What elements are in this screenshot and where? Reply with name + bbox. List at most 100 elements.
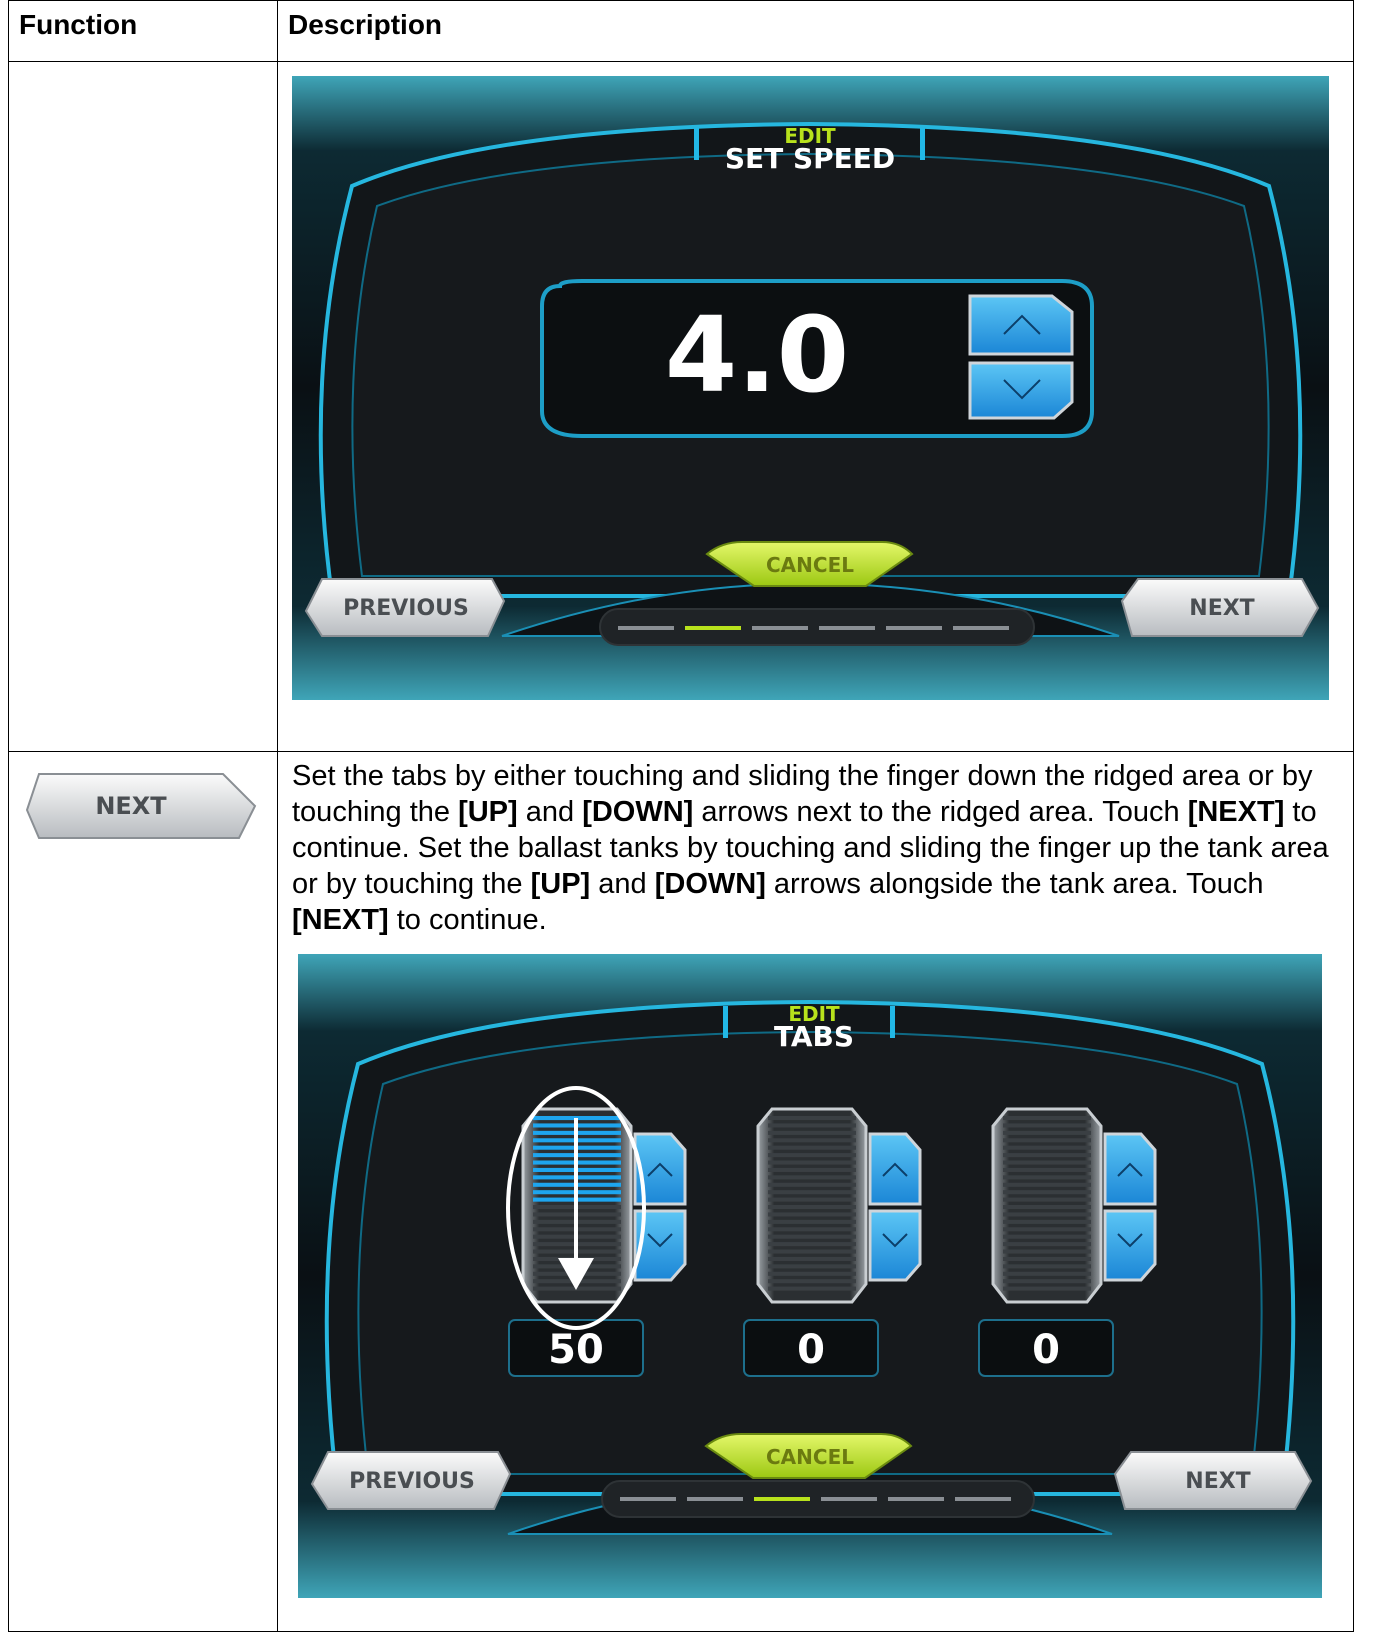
progress-step xyxy=(752,626,808,630)
ridge-line xyxy=(768,1167,856,1172)
progress-step xyxy=(821,1497,877,1501)
ridge-line xyxy=(1003,1256,1091,1261)
function-header: Function xyxy=(19,9,138,40)
tab-down-button[interactable] xyxy=(868,1209,922,1282)
svg-text:CANCEL: CANCEL xyxy=(766,553,854,577)
ridge-line xyxy=(768,1219,856,1224)
tabs-controls: 50 0 0 xyxy=(506,1086,1157,1377)
speed-value: 4.0 xyxy=(665,294,849,416)
ridge-line xyxy=(768,1205,856,1210)
function-cell xyxy=(8,61,278,752)
ridge-line xyxy=(1003,1167,1091,1172)
ridge-line xyxy=(768,1130,856,1135)
tabs-screen: EDIT TABS 50 0 0 CANCEL PREVIOUS NEXT xyxy=(298,954,1322,1598)
ridge-line xyxy=(1003,1182,1091,1187)
function-description-table: Function Description EDIT SET SPEED 4.0 … xyxy=(8,0,1354,1632)
ridge-line xyxy=(1003,1123,1091,1128)
ridge-line xyxy=(768,1227,856,1232)
tab-down-button[interactable] xyxy=(1103,1209,1157,1282)
screen-title: SET SPEED xyxy=(725,142,895,175)
ridge-line xyxy=(1003,1160,1091,1165)
ridge-line xyxy=(1003,1197,1091,1202)
previous-button[interactable]: PREVIOUS xyxy=(304,578,506,637)
table-row: EDIT SET SPEED 4.0 CANCEL PREVIOUS NEXT xyxy=(8,61,1354,752)
tab-up-button[interactable] xyxy=(1103,1132,1157,1206)
svg-text:NEXT: NEXT xyxy=(95,792,167,820)
ridge-line xyxy=(1003,1242,1091,1247)
ridge-line xyxy=(1003,1153,1091,1158)
ridge-line xyxy=(1003,1175,1091,1180)
speed-up-button[interactable] xyxy=(968,294,1074,356)
tab-value: 50 xyxy=(548,1327,604,1373)
description-cell: EDIT SET SPEED 4.0 CANCEL PREVIOUS NEXT xyxy=(277,61,1354,752)
svg-text:NEXT: NEXT xyxy=(1185,1469,1250,1494)
speed-down-button[interactable] xyxy=(968,361,1074,420)
tab-slider[interactable] xyxy=(756,1107,868,1304)
function-header-cell: Function xyxy=(8,0,278,62)
ridge-line xyxy=(768,1175,856,1180)
description-text: Set the tabs by either touching and slid… xyxy=(292,760,1329,936)
progress-step xyxy=(620,1497,676,1501)
ridge-line xyxy=(1003,1190,1091,1195)
ridge-line xyxy=(768,1212,856,1217)
progress-step-active xyxy=(754,1497,810,1501)
set-speed-screen-graphic: EDIT SET SPEED 4.0 CANCEL PREVIOUS NEXT xyxy=(292,76,1329,700)
tabs-screen-graphic: EDIT TABS 50 0 0 CANCEL PREVIOUS NEXT xyxy=(298,954,1322,1598)
ridge-line xyxy=(1003,1271,1091,1276)
ridge-line xyxy=(768,1116,856,1121)
ridge-line xyxy=(1003,1249,1091,1254)
ridge-line xyxy=(1003,1205,1091,1210)
ridge-line xyxy=(768,1256,856,1261)
function-next-button-wrap: NEXT xyxy=(9,752,277,847)
table-row: NEXT Set the tabs by either touching and… xyxy=(8,751,1354,1632)
ridge-line xyxy=(768,1279,856,1284)
ridge-line xyxy=(768,1160,856,1165)
description-header: Description xyxy=(288,9,443,40)
progress-step xyxy=(687,1497,743,1501)
set-speed-screen: EDIT SET SPEED 4.0 CANCEL PREVIOUS NEXT xyxy=(292,76,1329,700)
ridge-line xyxy=(768,1123,856,1128)
ridge-line xyxy=(768,1242,856,1247)
table-header-row: Function Description xyxy=(8,0,1354,62)
description-header-cell: Description xyxy=(277,0,1354,62)
next-button-icon: NEXT xyxy=(25,773,257,839)
ridge-line xyxy=(1003,1264,1091,1269)
ridge-line xyxy=(768,1249,856,1254)
svg-text:CANCEL: CANCEL xyxy=(766,1445,854,1469)
tab-slider[interactable] xyxy=(991,1107,1103,1304)
ridge-line xyxy=(768,1145,856,1150)
ridge-line xyxy=(768,1286,856,1291)
ridge-line xyxy=(768,1153,856,1158)
tab-up-button[interactable] xyxy=(868,1132,922,1206)
ridge-line xyxy=(1003,1279,1091,1284)
tab-value: 0 xyxy=(797,1327,825,1373)
progress-step xyxy=(886,626,942,630)
ridge-line xyxy=(768,1138,856,1143)
ridge-line xyxy=(1003,1138,1091,1143)
ridge-line xyxy=(768,1190,856,1195)
ridge-line xyxy=(1003,1116,1091,1121)
ridge-line xyxy=(768,1197,856,1202)
next-button[interactable]: NEXT xyxy=(1120,578,1320,637)
ridge-line xyxy=(1003,1286,1091,1291)
next-button[interactable]: NEXT xyxy=(1113,1451,1313,1510)
progress-step xyxy=(953,626,1009,630)
progress-step xyxy=(955,1497,1011,1501)
svg-text:NEXT: NEXT xyxy=(1189,596,1254,621)
screen-title: TABS xyxy=(774,1020,854,1053)
ridge-line xyxy=(768,1234,856,1239)
ridge-line xyxy=(768,1182,856,1187)
progress-step-active xyxy=(685,626,741,630)
svg-text:PREVIOUS: PREVIOUS xyxy=(343,596,469,621)
ridge-line xyxy=(1003,1130,1091,1135)
ridge-line xyxy=(768,1271,856,1276)
svg-text:PREVIOUS: PREVIOUS xyxy=(349,1469,475,1494)
previous-button[interactable]: PREVIOUS xyxy=(310,1451,512,1510)
progress-step xyxy=(888,1497,944,1501)
ridge-line xyxy=(1003,1227,1091,1232)
ridge-line xyxy=(1003,1219,1091,1224)
ridge-line xyxy=(768,1264,856,1269)
ridge-line xyxy=(1003,1212,1091,1217)
description-cell: Set the tabs by either touching and slid… xyxy=(277,751,1354,1632)
ridge-line xyxy=(1003,1234,1091,1239)
